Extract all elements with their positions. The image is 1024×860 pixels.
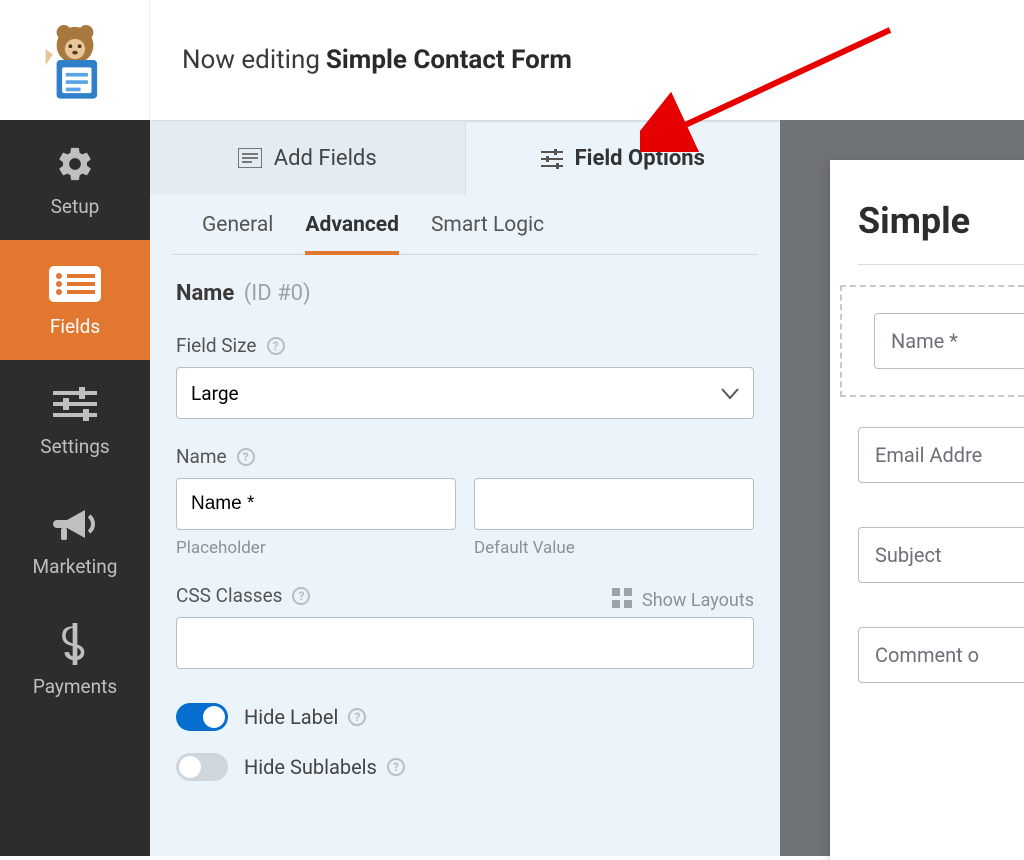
form-icon <box>238 148 262 168</box>
preview-name-field[interactable]: Name * <box>858 299 1024 383</box>
field-size-select[interactable]: Large <box>176 367 754 419</box>
tab-label: Add Fields <box>274 146 377 171</box>
hide-label-text: Hide Label <box>244 705 338 729</box>
sidebar-item-marketing[interactable]: Marketing <box>0 480 150 600</box>
sidebar-item-settings[interactable]: Settings <box>0 360 150 480</box>
field-title: Name (ID #0) <box>176 281 754 306</box>
sidebar-item-label: Settings <box>40 435 109 458</box>
field-size-label: Field Size ? <box>176 334 754 357</box>
css-classes-label: CSS Classes ? <box>176 584 310 607</box>
gear-icon <box>47 143 103 185</box>
help-icon[interactable]: ? <box>387 758 405 776</box>
css-classes-input[interactable] <box>176 617 754 669</box>
dollar-icon <box>47 623 103 665</box>
subtab-advanced[interactable]: Advanced <box>305 213 399 255</box>
editing-prefix: Now editing <box>182 45 320 75</box>
preview-comment-field[interactable]: Comment o <box>858 627 1024 683</box>
chevron-down-icon <box>721 382 739 405</box>
sidebar-item-fields[interactable]: Fields <box>0 240 150 360</box>
tab-field-options[interactable]: Field Options <box>465 121 781 195</box>
preview-email-field[interactable]: Email Addre <box>858 427 1024 483</box>
sliders-icon <box>47 383 103 425</box>
megaphone-icon <box>47 503 103 545</box>
preview-card: Simple Name * Email Addre Subject Commen… <box>830 160 1024 860</box>
divider <box>858 264 1024 265</box>
preview-title: Simple <box>858 200 1024 242</box>
field-options-panel: Add Fields Field Options General Advance… <box>150 120 780 856</box>
grid-icon <box>612 588 632 613</box>
field-size-value: Large <box>191 382 239 405</box>
preview-subject-field[interactable]: Subject <box>858 527 1024 583</box>
hide-sublabels-toggle[interactable] <box>176 753 228 781</box>
show-layouts-label: Show Layouts <box>642 590 754 611</box>
tab-label: Field Options <box>575 146 705 171</box>
sidebar-item-label: Payments <box>33 675 117 698</box>
name-inputs-label: Name ? <box>176 445 754 468</box>
sidebar-item-label: Setup <box>51 195 100 218</box>
tab-add-fields[interactable]: Add Fields <box>150 121 465 195</box>
placeholder-caption: Placeholder <box>176 538 456 558</box>
main-sidebar: Setup Fields Settings <box>0 120 150 856</box>
help-icon[interactable]: ? <box>267 337 285 355</box>
hide-label-toggle[interactable] <box>176 703 228 731</box>
default-caption: Default Value <box>474 538 754 558</box>
show-layouts-button[interactable]: Show Layouts <box>612 588 754 613</box>
field-title-name: Name <box>176 281 234 306</box>
panel-tabs: Add Fields Field Options <box>150 121 780 195</box>
editor-header: Now editing Simple Contact Form <box>150 0 1024 120</box>
help-icon[interactable]: ? <box>292 587 310 605</box>
sidebar-item-setup[interactable]: Setup <box>0 120 150 240</box>
hide-sublabels-text: Hide Sublabels <box>244 755 377 779</box>
sliders-icon <box>541 149 563 169</box>
sub-tabs: General Advanced Smart Logic <box>172 195 758 255</box>
subtab-smart-logic[interactable]: Smart Logic <box>431 213 544 254</box>
help-icon[interactable]: ? <box>348 708 366 726</box>
sidebar-item-label: Fields <box>50 315 100 338</box>
field-id-text: (ID #0) <box>244 281 311 306</box>
list-icon <box>47 263 103 305</box>
name-placeholder-input[interactable] <box>176 478 456 530</box>
editing-form-name: Simple Contact Form <box>326 45 572 75</box>
subtab-general[interactable]: General <box>202 213 273 254</box>
name-default-input[interactable] <box>474 478 754 530</box>
help-icon[interactable]: ? <box>237 448 255 466</box>
wpforms-logo-icon <box>29 14 121 106</box>
app-logo <box>0 0 150 120</box>
preview-area: Simple Name * Email Addre Subject Commen… <box>780 120 1024 856</box>
sidebar-item-payments[interactable]: Payments <box>0 600 150 720</box>
sidebar-item-label: Marketing <box>33 555 118 578</box>
